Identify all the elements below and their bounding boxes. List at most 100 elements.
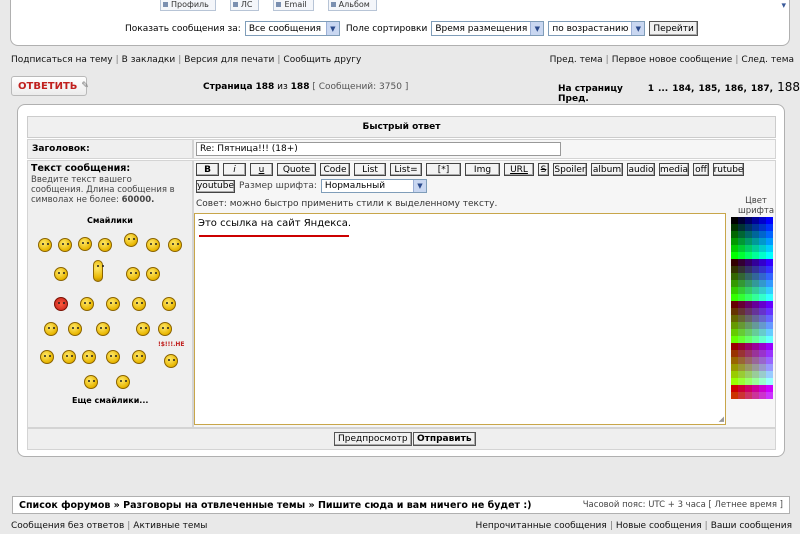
smile-icon[interactable]	[158, 322, 172, 336]
smile-icon[interactable]	[58, 238, 72, 252]
show-period-select[interactable]: Все сообщения ▼	[244, 21, 340, 36]
smile-icon[interactable]	[106, 297, 120, 311]
color-swatch[interactable]	[738, 357, 745, 364]
color-swatch[interactable]	[731, 245, 738, 252]
color-swatch[interactable]	[738, 371, 745, 378]
color-swatch[interactable]	[731, 231, 738, 238]
strike-button[interactable]: S	[538, 163, 549, 176]
color-swatch[interactable]	[752, 294, 759, 301]
smile-icon[interactable]	[146, 267, 160, 281]
color-swatch[interactable]	[731, 294, 738, 301]
your-posts-link[interactable]: Ваши сообщения	[711, 521, 792, 531]
underline-button[interactable]: u	[250, 163, 273, 176]
color-swatch[interactable]	[738, 287, 745, 294]
color-swatch[interactable]	[745, 392, 752, 399]
color-swatch[interactable]	[752, 371, 759, 378]
color-swatch[interactable]	[759, 357, 766, 364]
color-swatch[interactable]	[759, 385, 766, 392]
color-swatch[interactable]	[745, 287, 752, 294]
active-topics-link[interactable]: Активные темы	[133, 521, 207, 531]
color-swatch[interactable]	[752, 315, 759, 322]
color-swatch[interactable]	[759, 287, 766, 294]
color-swatch[interactable]	[745, 252, 752, 259]
color-swatch[interactable]	[752, 238, 759, 245]
color-swatch[interactable]	[752, 329, 759, 336]
color-swatch[interactable]	[745, 364, 752, 371]
spoiler-button[interactable]: Spoiler	[553, 163, 587, 176]
color-swatch[interactable]	[731, 322, 738, 329]
color-swatch[interactable]	[731, 336, 738, 343]
color-swatch[interactable]	[745, 385, 752, 392]
smile-icon[interactable]	[136, 322, 150, 336]
color-swatch[interactable]	[731, 329, 738, 336]
smile-icon[interactable]	[116, 375, 130, 389]
color-swatch[interactable]	[752, 245, 759, 252]
page-link[interactable]: 185,	[698, 84, 720, 94]
bold-button[interactable]: B	[196, 163, 219, 176]
color-swatch[interactable]	[752, 266, 759, 273]
album-button[interactable]: album	[591, 163, 623, 176]
color-swatch[interactable]	[752, 252, 759, 259]
smile-icon[interactable]	[124, 233, 138, 247]
color-swatch[interactable]	[731, 357, 738, 364]
color-swatch[interactable]	[738, 217, 745, 224]
page-link[interactable]: 186,	[725, 84, 747, 94]
color-swatch[interactable]	[745, 378, 752, 385]
color-swatch[interactable]	[766, 217, 773, 224]
more-smilies-link[interactable]: Еще смайлики...	[72, 396, 148, 405]
color-swatch[interactable]	[766, 301, 773, 308]
smile-icon[interactable]	[38, 238, 52, 252]
color-swatch[interactable]	[752, 301, 759, 308]
sort-order-select[interactable]: по возрастанию ▼	[548, 21, 646, 36]
color-swatch[interactable]	[759, 329, 766, 336]
smile-icon[interactable]	[164, 354, 178, 368]
color-swatch[interactable]	[738, 364, 745, 371]
color-swatch[interactable]	[731, 287, 738, 294]
color-swatch[interactable]	[738, 245, 745, 252]
color-swatch[interactable]	[752, 343, 759, 350]
color-swatch[interactable]	[766, 329, 773, 336]
color-swatch[interactable]	[766, 245, 773, 252]
color-swatch[interactable]	[745, 301, 752, 308]
off-button[interactable]: off	[693, 163, 709, 176]
color-swatch[interactable]	[731, 315, 738, 322]
page-link[interactable]: 184,	[672, 84, 694, 94]
color-swatch[interactable]	[752, 336, 759, 343]
color-swatch[interactable]	[731, 385, 738, 392]
color-swatch[interactable]	[731, 217, 738, 224]
rutube-button[interactable]: rutube	[713, 163, 744, 176]
color-swatch[interactable]	[745, 343, 752, 350]
color-swatch[interactable]	[766, 336, 773, 343]
code-button[interactable]: Code	[320, 163, 350, 176]
color-swatch[interactable]	[745, 231, 752, 238]
page-link[interactable]: 187,	[751, 84, 773, 94]
color-swatch[interactable]	[738, 231, 745, 238]
color-swatch[interactable]	[738, 329, 745, 336]
color-swatch[interactable]	[731, 252, 738, 259]
color-swatch[interactable]	[752, 273, 759, 280]
color-swatch[interactable]	[759, 350, 766, 357]
img-button[interactable]: Img	[465, 163, 500, 176]
color-swatch[interactable]	[745, 224, 752, 231]
smile-icon[interactable]	[132, 297, 146, 311]
color-swatch[interactable]	[759, 245, 766, 252]
color-swatch[interactable]	[738, 280, 745, 287]
color-swatch[interactable]	[738, 392, 745, 399]
go-button[interactable]: Перейти	[649, 21, 698, 36]
color-swatch[interactable]	[745, 280, 752, 287]
devil-smile-icon[interactable]	[54, 297, 68, 311]
smile-icon[interactable]	[96, 322, 110, 336]
youtube-button[interactable]: youtube	[196, 179, 235, 193]
color-swatch[interactable]	[738, 315, 745, 322]
color-swatch[interactable]	[731, 392, 738, 399]
color-swatch[interactable]	[752, 280, 759, 287]
new-posts-link[interactable]: Новые сообщения	[616, 521, 702, 531]
color-swatch[interactable]	[759, 392, 766, 399]
subject-input[interactable]: Re: Пятница!!! (18+)	[196, 142, 561, 156]
color-swatch[interactable]	[759, 252, 766, 259]
color-swatch[interactable]	[738, 224, 745, 231]
color-swatch[interactable]	[766, 378, 773, 385]
color-swatch[interactable]	[766, 287, 773, 294]
color-swatch[interactable]	[752, 224, 759, 231]
color-swatch[interactable]	[759, 238, 766, 245]
